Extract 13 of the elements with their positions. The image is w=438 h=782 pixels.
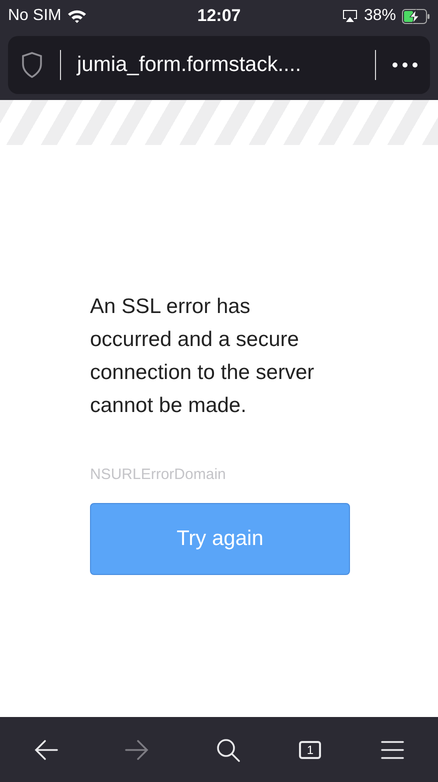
error-message: An SSL error has occurred and a secure connection to the server cannot be made. (90, 294, 316, 419)
battery-charging-icon (402, 8, 430, 24)
wifi-icon (67, 8, 88, 24)
shield-icon[interactable] (20, 51, 44, 79)
screen-mirroring-icon (342, 9, 358, 23)
error-domain: NSURLErrorDomain (90, 466, 227, 483)
clock: 12:07 (197, 6, 241, 26)
carrier: No SIM (8, 7, 62, 25)
battery-percent: 38% (364, 7, 396, 25)
more-icon[interactable] (392, 62, 418, 68)
url-text[interactable]: jumia_form.formstack.... (77, 53, 359, 77)
address-bar[interactable]: jumia_form.formstack.... (8, 36, 430, 94)
tabs-button[interactable]: 1 (299, 740, 322, 758)
